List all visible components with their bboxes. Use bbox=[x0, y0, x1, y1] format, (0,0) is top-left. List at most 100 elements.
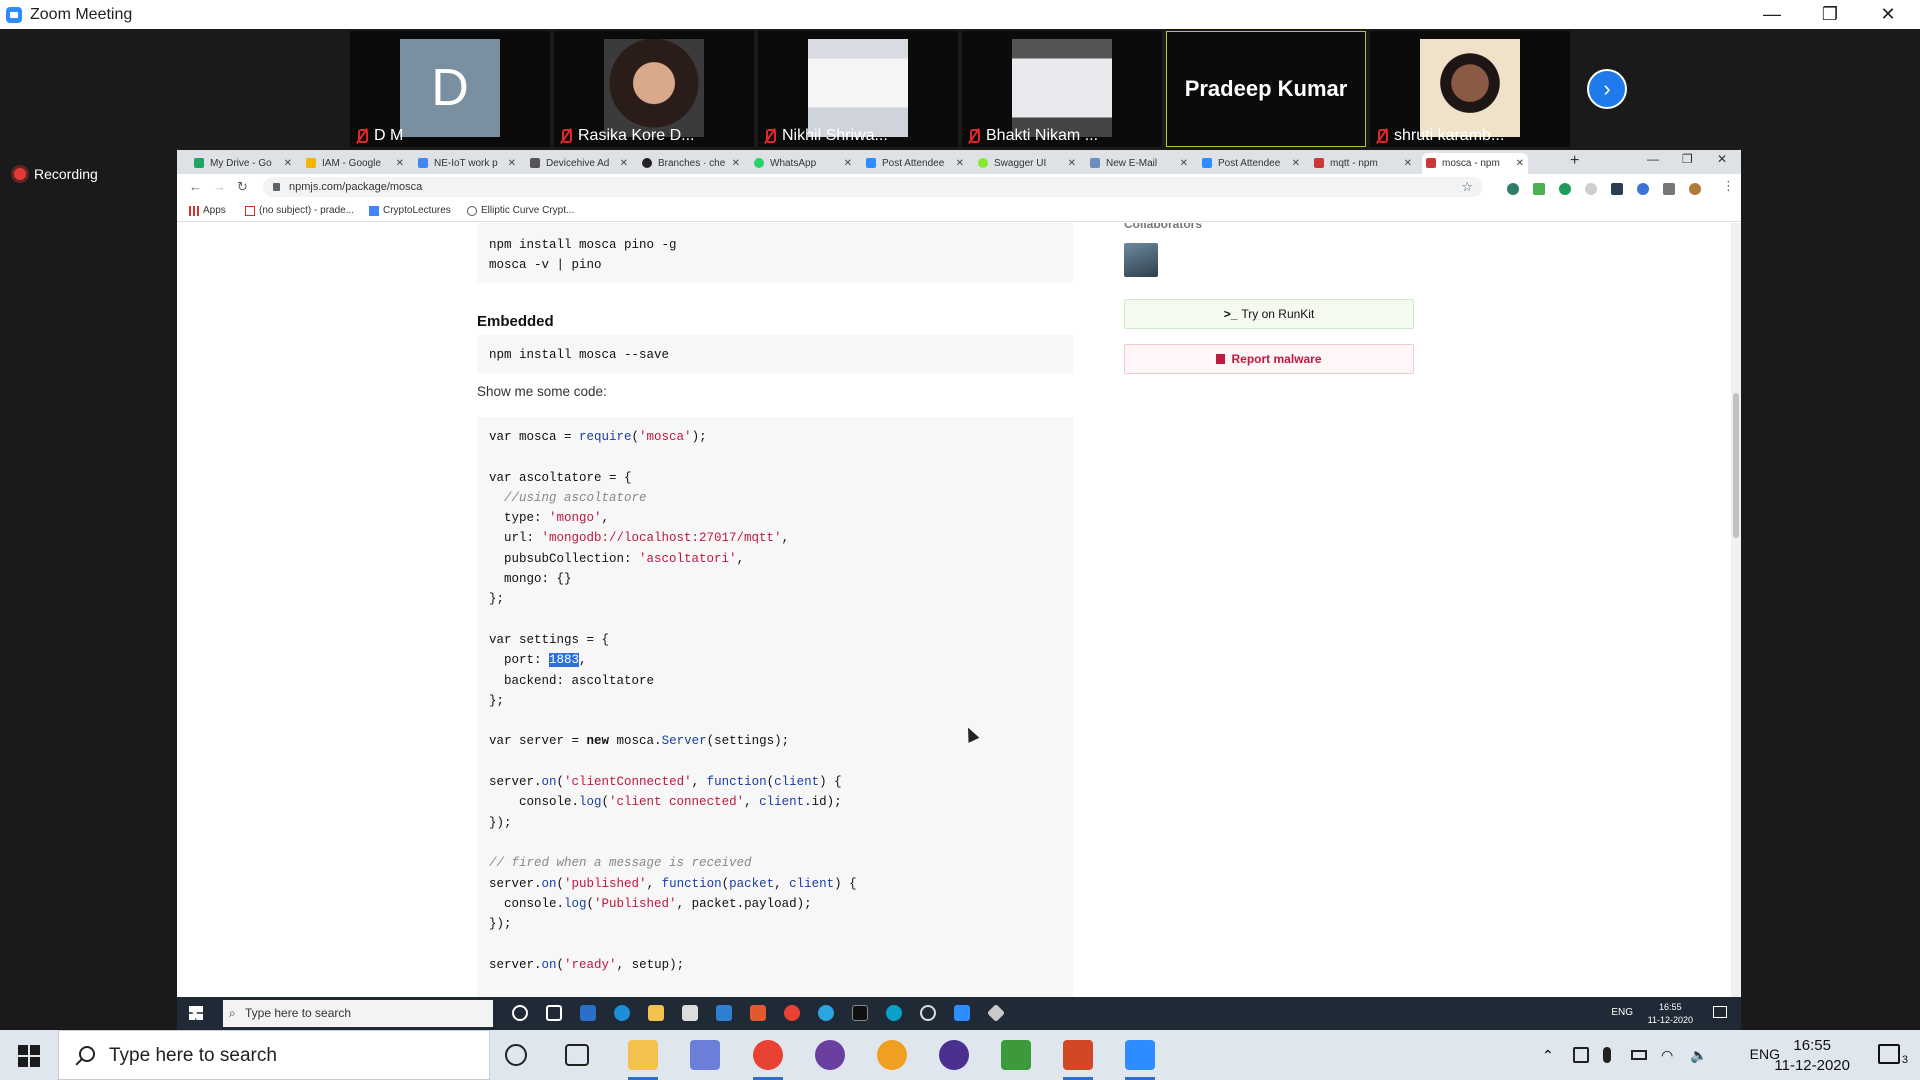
address-bar[interactable]: npmjs.com/package/mosca ☆ bbox=[263, 177, 1483, 197]
git-icon[interactable] bbox=[986, 1003, 1006, 1023]
mail-icon[interactable] bbox=[580, 1005, 596, 1021]
participant-tile-active[interactable]: Pradeep Kumar bbox=[1166, 31, 1366, 147]
powerpoint-icon[interactable] bbox=[1063, 1040, 1093, 1080]
system-clock[interactable]: 16:55 11-12-2020 bbox=[1648, 1001, 1693, 1027]
taskbar-search-box[interactable]: Type here to search bbox=[58, 1030, 490, 1080]
tab-close-icon[interactable]: ✕ bbox=[1180, 158, 1188, 169]
battery-icon[interactable] bbox=[1631, 1050, 1647, 1060]
tab-close-icon[interactable]: ✕ bbox=[956, 158, 964, 169]
tab-close-icon[interactable]: ✕ bbox=[1516, 158, 1524, 169]
collaborator-avatar[interactable] bbox=[1124, 243, 1158, 277]
zoom-icon[interactable] bbox=[954, 1005, 970, 1021]
reload-icon[interactable]: ↻ bbox=[237, 179, 248, 195]
tab-close-icon[interactable]: ✕ bbox=[284, 158, 292, 169]
chrome-icon[interactable] bbox=[753, 1040, 783, 1080]
task-view-icon[interactable] bbox=[546, 1005, 562, 1021]
next-page-arrow-icon[interactable]: › bbox=[1587, 69, 1627, 109]
bookmark-gmail[interactable]: (no subject) - prade... bbox=[245, 205, 354, 216]
tab-close-icon[interactable]: ✕ bbox=[732, 158, 740, 169]
scrollbar-thumb[interactable] bbox=[1733, 393, 1739, 538]
browser-tab[interactable]: NE-IoT work p ✕ bbox=[414, 153, 520, 174]
arduino-icon[interactable] bbox=[886, 1005, 902, 1021]
participant-tile[interactable]: Rasika Kore D... bbox=[554, 31, 754, 147]
store-icon[interactable] bbox=[682, 1005, 698, 1021]
try-runkit-button[interactable]: >_ Try on RunKit bbox=[1124, 299, 1414, 329]
browser-tab[interactable]: Swagger UI ✕ bbox=[974, 153, 1080, 174]
app-icon[interactable] bbox=[750, 1005, 766, 1021]
terminal-icon[interactable] bbox=[852, 1005, 868, 1021]
file-explorer-icon[interactable] bbox=[648, 1005, 664, 1021]
puzzle-icon[interactable] bbox=[1663, 183, 1675, 195]
bookmark-elliptic[interactable]: Elliptic Curve Crypt... bbox=[467, 205, 574, 216]
bookmark-cryptolectures[interactable]: CryptoLectures bbox=[369, 205, 451, 216]
minimize-icon[interactable]: — bbox=[1647, 152, 1659, 166]
browser-tab[interactable]: mqtt - npm ✕ bbox=[1310, 153, 1416, 174]
browser-tab[interactable]: Post Attendee ✕ bbox=[862, 153, 968, 174]
browser-tab[interactable]: My Drive - Go ✕ bbox=[190, 153, 296, 174]
windows-start-icon[interactable] bbox=[189, 1006, 203, 1020]
tab-close-icon[interactable]: ✕ bbox=[620, 158, 628, 169]
media-player-icon[interactable] bbox=[939, 1040, 969, 1070]
browser-tab[interactable]: WhatsApp ✕ bbox=[750, 153, 856, 174]
back-icon[interactable]: ← bbox=[189, 179, 202, 194]
close-icon[interactable]: ✕ bbox=[1859, 0, 1917, 29]
extension-icon[interactable] bbox=[1507, 183, 1519, 195]
extension-icon[interactable] bbox=[1611, 183, 1623, 195]
system-clock[interactable]: 16:55 11-12-2020 bbox=[1774, 1036, 1850, 1076]
action-center-icon[interactable] bbox=[1878, 1044, 1900, 1064]
extension-icon[interactable] bbox=[1585, 183, 1597, 195]
tab-close-icon[interactable]: ✕ bbox=[508, 158, 516, 169]
wifi-icon[interactable]: ◠ bbox=[1661, 1047, 1677, 1063]
restore-icon[interactable]: ❐ bbox=[1801, 0, 1859, 29]
browser-tab[interactable]: Branches · che ✕ bbox=[638, 153, 744, 174]
meeting-icon[interactable] bbox=[1573, 1047, 1589, 1063]
participant-tile[interactable]: shruti karamb... bbox=[1370, 31, 1570, 147]
browser-tab[interactable]: Devicehive Ad ✕ bbox=[526, 153, 632, 174]
shared-search-box[interactable]: ⌕ Type here to search bbox=[223, 1000, 493, 1027]
cortana-icon[interactable] bbox=[505, 1044, 527, 1066]
language-indicator[interactable]: ENG bbox=[1611, 1007, 1633, 1018]
menu-kebab-icon[interactable]: ⋮ bbox=[1722, 178, 1735, 194]
spreadsheet-icon[interactable] bbox=[1001, 1040, 1031, 1070]
extension-icon[interactable] bbox=[1533, 183, 1545, 195]
edge-icon[interactable] bbox=[614, 1005, 630, 1021]
tab-close-icon[interactable]: ✕ bbox=[844, 158, 852, 169]
chevron-up-icon[interactable]: ⌃ bbox=[1542, 1047, 1558, 1063]
extension-icon[interactable] bbox=[1637, 183, 1649, 195]
participant-tile[interactable]: Nikhil Shriwa... bbox=[758, 31, 958, 147]
file-explorer-icon[interactable] bbox=[628, 1040, 658, 1080]
chrome-icon[interactable] bbox=[784, 1005, 800, 1021]
notifications-icon[interactable] bbox=[1713, 1006, 1727, 1018]
vscode-icon[interactable] bbox=[716, 1005, 732, 1021]
volume-icon[interactable]: 🔈 bbox=[1690, 1047, 1707, 1063]
extension-icon[interactable] bbox=[1559, 183, 1571, 195]
restore-icon[interactable]: ❐ bbox=[1682, 152, 1693, 166]
forward-icon[interactable]: → bbox=[213, 179, 226, 194]
browser-tab[interactable]: Post Attendee ✕ bbox=[1198, 153, 1304, 174]
bookmark-apps[interactable]: Apps bbox=[189, 205, 226, 216]
microphone-icon[interactable] bbox=[1603, 1047, 1611, 1063]
bookmark-star-icon[interactable]: ☆ bbox=[1461, 177, 1473, 197]
cortana-icon[interactable] bbox=[512, 1005, 528, 1021]
task-view-icon[interactable] bbox=[565, 1044, 589, 1066]
windows-start-icon[interactable] bbox=[18, 1045, 40, 1067]
tab-close-icon[interactable]: ✕ bbox=[1292, 158, 1300, 169]
browser-tab[interactable]: New E-Mail ✕ bbox=[1086, 153, 1192, 174]
search-app-icon[interactable] bbox=[877, 1040, 907, 1070]
participant-tile[interactable]: Bhakti Nikam ... bbox=[962, 31, 1162, 147]
browser-tab[interactable]: IAM - Google ✕ bbox=[302, 153, 408, 174]
report-malware-button[interactable]: Report malware bbox=[1124, 344, 1414, 374]
page-scrollbar[interactable] bbox=[1731, 223, 1741, 1000]
new-tab-button[interactable]: + bbox=[1570, 152, 1579, 170]
github-desktop-icon[interactable] bbox=[815, 1040, 845, 1070]
app-icon[interactable] bbox=[690, 1040, 720, 1070]
tab-close-icon[interactable]: ✕ bbox=[1068, 158, 1076, 169]
obs-icon[interactable] bbox=[920, 1005, 936, 1021]
participant-tile[interactable]: D D M bbox=[350, 31, 550, 147]
browser-tab-active[interactable]: mosca - npm ✕ bbox=[1422, 153, 1528, 174]
tab-close-icon[interactable]: ✕ bbox=[396, 158, 404, 169]
minimize-icon[interactable]: — bbox=[1743, 0, 1801, 29]
recording-indicator[interactable]: Recording bbox=[14, 166, 98, 182]
tab-close-icon[interactable]: ✕ bbox=[1404, 158, 1412, 169]
zoom-icon[interactable] bbox=[1125, 1040, 1155, 1080]
